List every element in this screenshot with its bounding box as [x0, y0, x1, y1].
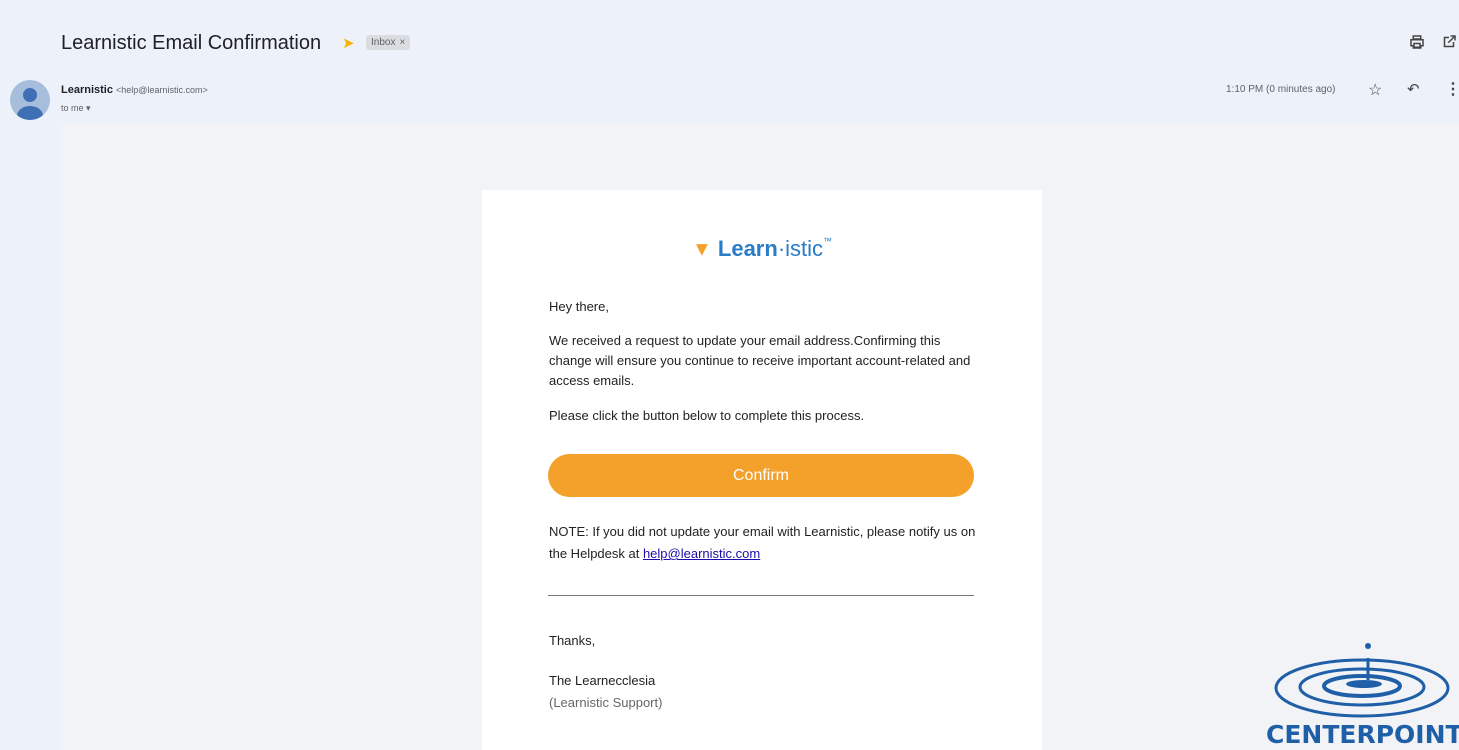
sender-name: Learnistic	[61, 84, 113, 96]
note-text: NOTE: If you did not update your email w…	[549, 521, 989, 565]
learnistic-logo: ▼ Learn·istic™	[482, 236, 1042, 262]
logo-text-light: istic	[785, 236, 824, 261]
email-header: Learnistic Email Confirmation ➤ Inbox × L…	[0, 0, 1459, 124]
body-paragraph-2: Please click the button below to complet…	[549, 408, 865, 423]
greeting-text: Hey there,	[549, 299, 609, 314]
logo-trademark: ™	[823, 236, 833, 246]
print-icon[interactable]	[1408, 33, 1426, 51]
signature-role: (Learnistic Support)	[549, 695, 663, 710]
helpdesk-email-link[interactable]: help@learnistic.com	[643, 546, 760, 561]
body-paragraph-1: We received a request to update your ema…	[549, 333, 971, 388]
confirm-button[interactable]: Confirm	[548, 454, 974, 497]
centerpointe-watermark-text: CENTERPOINTE	[1266, 720, 1459, 749]
thanks-text: Thanks,	[549, 633, 596, 648]
sender-info: Learnistic <help@learnistic.com>	[61, 84, 208, 96]
inbox-label-chip[interactable]: Inbox ×	[366, 35, 411, 50]
importance-marker-icon[interactable]: ➤	[342, 34, 355, 52]
divider	[548, 595, 974, 596]
recipient-text: to me	[61, 103, 84, 113]
sender-avatar	[10, 80, 50, 120]
sender-email: <help@learnistic.com>	[116, 85, 208, 95]
email-card: ▼ Learn·istic™ Hey there, We received a …	[482, 190, 1042, 750]
logo-text-bold: Learn	[717, 236, 778, 261]
email-subject: Learnistic Email Confirmation	[61, 32, 322, 54]
star-icon[interactable]: ☆	[1368, 80, 1382, 100]
graduation-cap-icon: ▼	[691, 238, 712, 261]
reply-icon[interactable]: ↶	[1407, 80, 1420, 98]
recipient-details[interactable]: to me ▾	[61, 103, 91, 114]
signature-name: The Learnecclesia	[549, 673, 656, 688]
email-timestamp: 1:10 PM (0 minutes ago)	[1226, 84, 1336, 95]
chevron-down-icon[interactable]: ▾	[86, 103, 91, 113]
open-in-new-window-icon[interactable]	[1440, 33, 1458, 51]
more-vertical-icon[interactable]: ⋮	[1445, 79, 1459, 99]
inbox-label-text: Inbox	[371, 37, 396, 48]
remove-label-icon[interactable]: ×	[399, 37, 405, 48]
note-body: NOTE: If you did not update your email w…	[549, 524, 976, 561]
